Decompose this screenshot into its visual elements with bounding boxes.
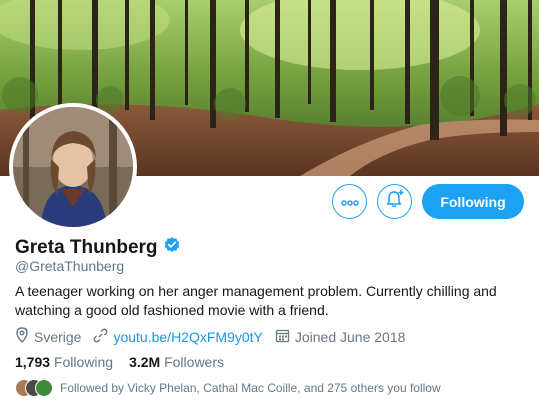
joined-text: Joined June 2018 — [294, 328, 406, 345]
profile-avatar[interactable] — [9, 103, 137, 231]
location-item: Sverige — [15, 327, 81, 346]
location-text: Sverige — [34, 328, 82, 345]
link-icon — [93, 328, 108, 346]
joined-item: Joined June 2018 — [275, 328, 406, 346]
calendar-icon — [275, 328, 290, 346]
followed-by-row[interactable]: Followed by Vicky Phelan, Cathal Mac Coi… — [15, 379, 441, 397]
profile-name: Greta Thunberg — [15, 236, 158, 258]
followers-count: 3.2M — [129, 354, 161, 370]
website-link[interactable]: youtu.be/H2QxFM9y0tY — [113, 329, 262, 345]
profile-handle: @GretaThunberg — [15, 258, 125, 274]
notifications-button[interactable] — [377, 184, 412, 219]
following-stat[interactable]: 1,793 Following — [15, 354, 113, 370]
more-options-button[interactable] — [332, 184, 367, 219]
followers-stat[interactable]: 3.2M Followers — [129, 354, 224, 370]
website-item: youtu.be/H2QxFM9y0tY — [93, 328, 263, 346]
following-count: 1,793 — [15, 354, 51, 370]
followed-by-avatars — [15, 379, 53, 397]
more-icon — [340, 193, 359, 211]
mini-avatar — [35, 379, 53, 397]
location-pin-icon — [15, 327, 29, 346]
followers-label: Followers — [164, 354, 224, 370]
profile-actions: Following — [332, 184, 524, 219]
profile-bio: A teenager working on her anger manageme… — [15, 283, 497, 318]
followed-by-text: Followed by Vicky Phelan, Cathal Mac Coi… — [60, 381, 441, 395]
profile-meta: Sverige youtu.be/H2QxFM9y0tY Joined June… — [15, 327, 417, 346]
verified-badge-icon — [163, 236, 181, 259]
profile-name-row: Greta Thunberg — [15, 236, 181, 259]
following-button[interactable]: Following — [422, 184, 524, 219]
bell-plus-icon — [385, 189, 405, 214]
profile-stats: 1,793 Following 3.2M Followers — [15, 354, 240, 370]
following-label: Following — [53, 354, 114, 370]
